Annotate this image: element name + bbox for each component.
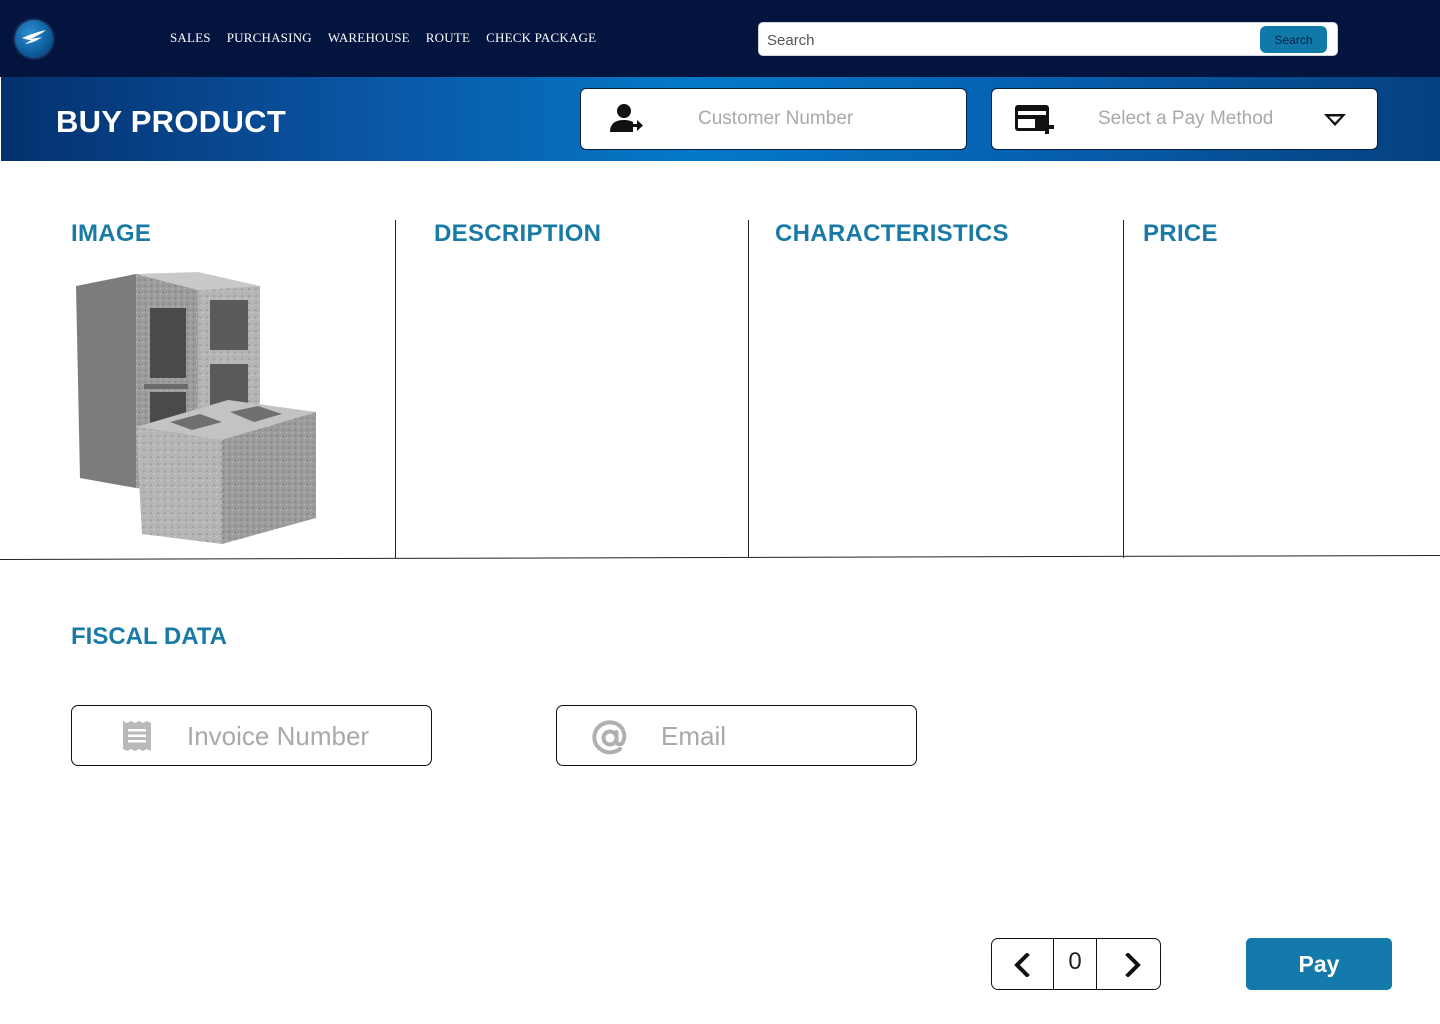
column-header-image: IMAGE: [71, 220, 152, 247]
next-button[interactable]: [1097, 939, 1160, 989]
search-button[interactable]: Search: [1260, 26, 1327, 53]
card-add-icon: [1014, 103, 1054, 142]
caret-down-icon[interactable]: [1323, 113, 1347, 132]
invoice-number-field[interactable]: Invoice Number: [71, 705, 432, 766]
chevron-right-icon: [1125, 953, 1141, 977]
pager: 0: [991, 938, 1161, 990]
nav-item-check-package[interactable]: CHECK PACKAGE: [486, 30, 596, 46]
pay-method-select[interactable]: Select a Pay Method: [991, 88, 1378, 150]
receipt-icon: [122, 720, 152, 757]
top-navigation-bar: SALES PURCHASING WAREHOUSE ROUTE CHECK P…: [0, 0, 1440, 77]
column-header-characteristics: CHARACTERISTICS: [775, 220, 1009, 247]
page-header-banner: BUY PRODUCT Customer Number Select a Pay…: [1, 77, 1440, 161]
invoice-number-placeholder: Invoice Number: [187, 721, 370, 751]
column-divider: [748, 220, 749, 558]
column-divider: [395, 220, 396, 558]
nav-item-purchasing[interactable]: PURCHASING: [227, 30, 312, 46]
pay-method-placeholder: Select a Pay Method: [1098, 108, 1274, 129]
product-image: [72, 272, 318, 551]
email-field[interactable]: Email: [556, 705, 917, 766]
email-placeholder: Email: [661, 721, 727, 751]
at-sign-icon: [591, 720, 629, 761]
customer-number-placeholder: Customer Number: [698, 108, 854, 129]
search-bar: Search: [758, 22, 1338, 56]
fiscal-data-title: FISCAL DATA: [71, 623, 227, 650]
nav-item-warehouse[interactable]: WAREHOUSE: [328, 30, 410, 46]
nav-item-sales[interactable]: SALES: [170, 30, 211, 46]
previous-button[interactable]: [992, 939, 1053, 989]
person-arrow-icon: [609, 103, 645, 140]
column-divider: [1123, 220, 1124, 558]
page-number: 0: [1053, 939, 1097, 989]
section-divider: [0, 554, 1440, 560]
chevron-left-icon: [1014, 953, 1030, 977]
column-header-price: PRICE: [1143, 220, 1218, 247]
search-input[interactable]: [767, 30, 1247, 50]
nav-item-route[interactable]: ROUTE: [426, 30, 470, 46]
bird-logo-icon[interactable]: [15, 20, 53, 58]
main-nav: SALES PURCHASING WAREHOUSE ROUTE CHECK P…: [170, 30, 596, 46]
customer-number-field[interactable]: Customer Number: [580, 88, 967, 150]
column-header-description: DESCRIPTION: [434, 220, 602, 247]
page-title: BUY PRODUCT: [56, 104, 287, 139]
pay-button[interactable]: Pay: [1246, 938, 1392, 990]
